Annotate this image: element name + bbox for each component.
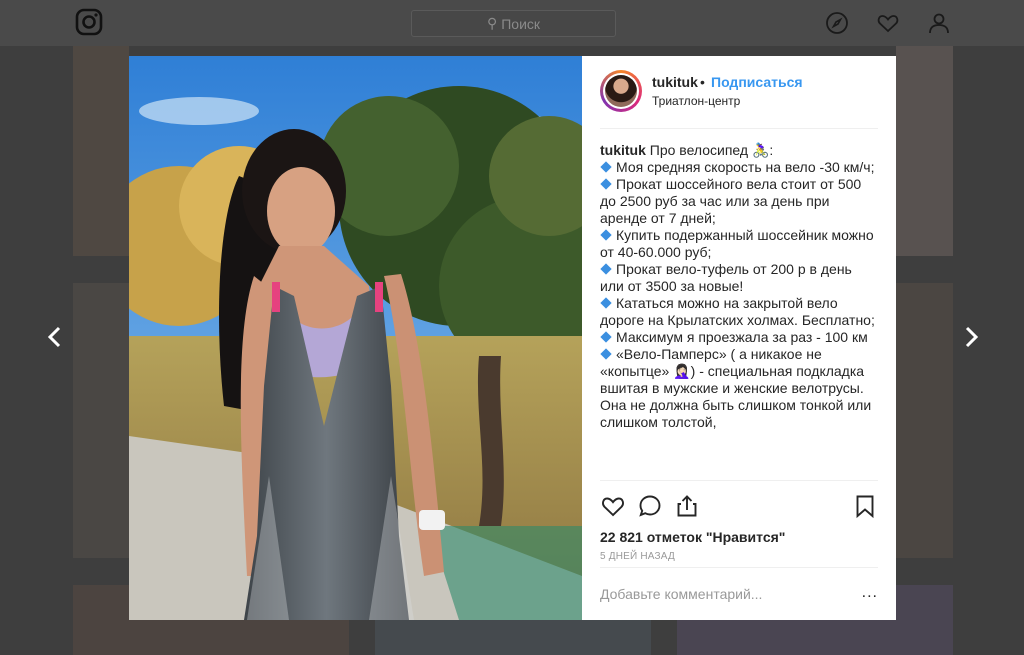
blue-diamond-icon — [600, 263, 612, 275]
feed-thumbnail[interactable] — [73, 283, 129, 558]
caption-intro: Про велосипед 🚴‍♀️: — [649, 142, 774, 158]
likes-count[interactable]: 22 821 отметок "Нравится" — [600, 529, 785, 545]
instagram-logo-icon[interactable] — [75, 8, 103, 36]
share-icon[interactable] — [674, 493, 700, 519]
post-header: tukituk • Подписаться Триатлон-центр — [600, 70, 878, 129]
like-heart-icon[interactable] — [600, 493, 626, 519]
separator-dot: • — [700, 74, 705, 90]
profile-icon[interactable] — [927, 11, 951, 35]
post-location[interactable]: Триатлон-центр — [652, 94, 740, 108]
comment-bubble-icon[interactable] — [637, 493, 663, 519]
feed-thumbnail[interactable] — [896, 283, 953, 558]
caption-item: Кататься можно на закрытой вело дороге н… — [600, 295, 875, 328]
post-sidebar: tukituk • Подписаться Триатлон-центр tuk… — [582, 56, 896, 620]
post-photo[interactable] — [129, 56, 582, 620]
next-post-arrow-icon[interactable] — [960, 324, 982, 350]
caption-item: Максимум я проезжала за раз - 100 км — [600, 329, 878, 346]
save-bookmark-icon[interactable] — [852, 493, 878, 519]
more-options-button[interactable]: ... — [862, 584, 878, 602]
post-username[interactable]: tukituk — [652, 74, 698, 90]
blue-diamond-icon — [600, 229, 612, 241]
previous-post-arrow-icon[interactable] — [44, 324, 66, 350]
activity-heart-icon[interactable] — [876, 11, 900, 35]
caption-item: «Вело-Памперс» ( а никакое не «копытце» … — [600, 346, 872, 430]
feed-thumbnail[interactable] — [73, 46, 129, 256]
post-modal: tukituk • Подписаться Триатлон-центр tuk… — [129, 56, 896, 620]
caption-item: Прокат шоссейного вела стоит от 500 до 2… — [600, 176, 862, 226]
caption-item: Прокат вело-туфель от 200 р в день или о… — [600, 261, 852, 294]
blue-diamond-icon — [600, 161, 612, 173]
avatar[interactable] — [600, 70, 642, 112]
comment-input[interactable]: Добавьте комментарий... — [600, 586, 762, 602]
blue-diamond-icon — [600, 178, 612, 190]
caption-item: Купить подержанный шоссейник можно от 40… — [600, 227, 874, 260]
caption-item: Моя средняя скорость на вело -30 км/ч; — [600, 159, 878, 176]
blue-diamond-icon — [600, 331, 612, 343]
feed-thumbnail[interactable] — [896, 46, 953, 256]
caption-username[interactable]: tukituk — [600, 142, 646, 158]
search-input[interactable]: ⚲ Поиск — [411, 10, 616, 37]
post-actions: 22 821 отметок "Нравится" 5 ДНЕЙ НАЗАД Д… — [600, 480, 878, 621]
blue-diamond-icon — [600, 348, 612, 360]
post-timestamp[interactable]: 5 ДНЕЙ НАЗАД — [600, 551, 675, 562]
search-placeholder: Поиск — [501, 15, 541, 32]
post-caption: tukituk Про велосипед 🚴‍♀️: Моя средняя … — [600, 142, 878, 480]
follow-button[interactable]: Подписаться — [711, 74, 803, 90]
blue-diamond-icon — [600, 297, 612, 309]
explore-compass-icon[interactable] — [825, 11, 849, 35]
comment-input-row: Добавьте комментарий... ... — [600, 567, 878, 622]
search-icon: ⚲ — [486, 15, 498, 31]
